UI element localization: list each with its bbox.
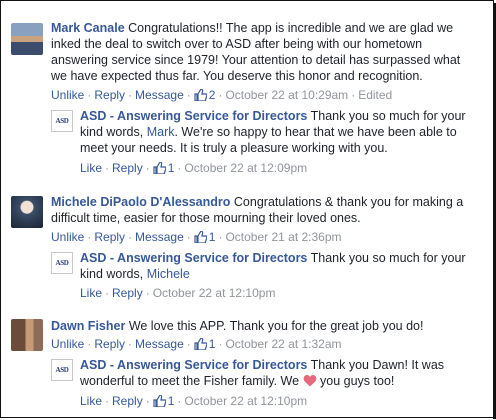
reply-actions: Like · Reply · 1 · October 22 at 12:09pm — [80, 161, 308, 175]
reply-text: ASD - Answering Service for Directors Th… — [80, 251, 466, 281]
reply-link[interactable]: Reply — [94, 230, 125, 244]
asd-logo[interactable]: ASD — [51, 359, 73, 381]
reply-text: ASD - Answering Service for Directors Th… — [80, 109, 466, 155]
like-link[interactable]: Like — [80, 394, 102, 408]
avatar[interactable] — [11, 196, 43, 228]
unlike-link[interactable]: Unlike — [51, 230, 84, 244]
reply-text: ASD - Answering Service for Directors Th… — [80, 358, 445, 388]
reply-actions: Like · Reply · October 22 at 12:10pm — [80, 286, 276, 300]
message-link[interactable]: Message — [135, 230, 184, 244]
reply-author[interactable]: ASD - Answering Service for Directors — [80, 358, 307, 372]
timestamp[interactable]: October 22 at 1:32am — [225, 337, 341, 351]
comment-text: Mark Canale Congratulations!! The app is… — [51, 21, 461, 83]
reply-link[interactable]: Reply — [94, 88, 125, 102]
comment-text: Michele DiPaolo D'Alessandro Congratulat… — [51, 195, 464, 225]
avatar[interactable] — [11, 23, 43, 55]
comment-text: Dawn Fisher We love this APP. Thank you … — [51, 319, 424, 333]
edited-label[interactable]: Edited — [358, 88, 392, 102]
timestamp[interactable]: October 22 at 12:09pm — [184, 161, 307, 175]
like-count[interactable]: 1 — [194, 337, 215, 351]
like-count[interactable]: 1 — [194, 230, 215, 244]
comment-author[interactable]: Mark Canale — [51, 21, 125, 35]
comments-panel: Mark Canale Congratulations!! The app is… — [0, 0, 496, 419]
like-count[interactable]: 1 — [153, 161, 174, 175]
message-link[interactable]: Message — [135, 88, 184, 102]
thumbs-up-icon — [153, 395, 166, 407]
thumbs-up-icon — [153, 162, 166, 174]
unlike-link[interactable]: Unlike — [51, 88, 84, 102]
timestamp[interactable]: October 22 at 12:10pm — [153, 286, 276, 300]
comment-author[interactable]: Dawn Fisher — [51, 319, 125, 333]
reply-author[interactable]: ASD - Answering Service for Directors — [80, 109, 307, 123]
avatar[interactable] — [11, 319, 43, 351]
comment-actions: Unlike · Reply · Message · 1 · October 21 at 2:3… — [51, 230, 342, 244]
reply-link[interactable]: Reply — [112, 394, 143, 408]
reply-link[interactable]: Reply — [94, 337, 125, 351]
reply-author[interactable]: ASD - Answering Service for Directors — [80, 251, 307, 265]
reply-actions: Like · Reply · 1 · October 22 at 12:10pm — [80, 394, 308, 408]
message-link[interactable]: Message — [135, 337, 184, 351]
reply-link[interactable]: Reply — [112, 161, 143, 175]
thumbs-up-icon — [194, 89, 207, 101]
mention-michele[interactable]: Michele — [147, 267, 190, 281]
comment-actions: Unlike · Reply · Message · 2 · October 22 at 10:… — [51, 88, 393, 102]
thumbs-up-icon — [194, 338, 207, 350]
timestamp[interactable]: October 21 at 2:36pm — [225, 230, 341, 244]
reply-link[interactable]: Reply — [112, 286, 143, 300]
asd-logo[interactable]: ASD — [51, 110, 73, 132]
mention-mark[interactable]: Mark — [147, 125, 175, 139]
timestamp[interactable]: October 22 at 12:10pm — [184, 394, 307, 408]
unlike-link[interactable]: Unlike — [51, 337, 84, 351]
comment-actions: Unlike · Reply · Message · 1 · October 22 at 1:3… — [51, 337, 342, 351]
like-link[interactable]: Like — [80, 286, 102, 300]
heart-icon — [303, 374, 316, 387]
like-link[interactable]: Like — [80, 161, 102, 175]
comment-author[interactable]: Michele DiPaolo D'Alessandro — [51, 195, 230, 209]
timestamp[interactable]: October 22 at 10:29am — [225, 88, 348, 102]
like-count[interactable]: 1 — [153, 394, 174, 408]
like-count[interactable]: 2 — [194, 88, 215, 102]
asd-logo[interactable]: ASD — [51, 252, 73, 274]
thumbs-up-icon — [194, 231, 207, 243]
